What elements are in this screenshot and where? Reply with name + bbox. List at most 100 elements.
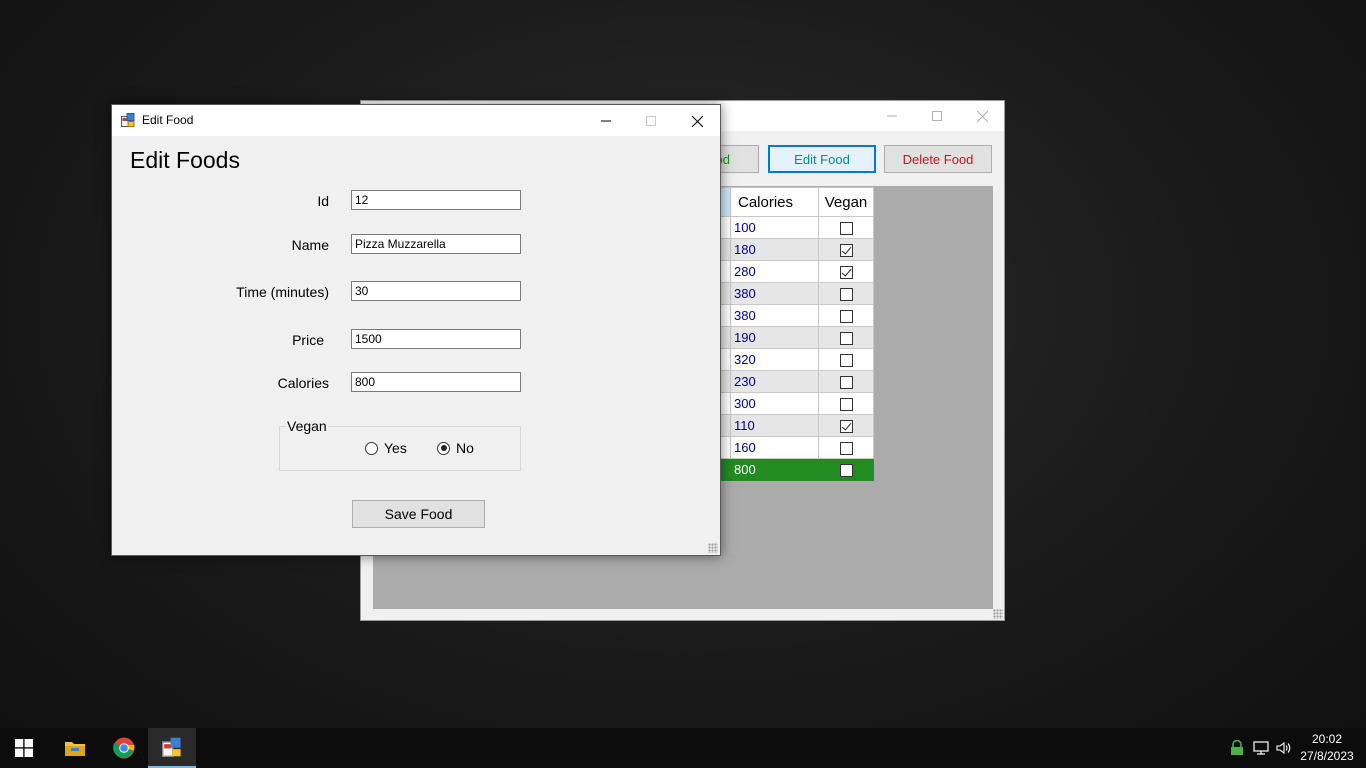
calories-cell[interactable]: 300 [730,392,819,415]
vegan-cell[interactable] [818,392,874,415]
id-field[interactable] [351,190,521,210]
table-row[interactable]: 800 [720,458,874,481]
clock-time: 20:02 [1311,732,1343,746]
maximize-button[interactable] [914,101,960,131]
row-header-cell[interactable] [720,216,731,239]
close-icon [691,115,703,127]
time-field[interactable] [351,281,521,301]
checkbox-empty-icon[interactable] [839,222,853,236]
table-row[interactable]: 380 [720,304,874,327]
vegan-cell[interactable] [818,370,874,393]
edit-food-button[interactable]: Edit Food [768,145,876,173]
table-row[interactable]: 190 [720,326,874,349]
calories-cell[interactable]: 190 [730,326,819,349]
row-header-cell[interactable] [720,238,731,261]
table-row[interactable]: 110 [720,414,874,437]
row-header-cell[interactable] [720,392,731,415]
minimize-icon [887,115,897,117]
checkbox-empty-icon[interactable] [839,354,853,368]
row-header-cell[interactable] [720,326,731,349]
checkbox-empty-icon[interactable] [839,332,853,346]
checkbox-checked-icon[interactable] [839,244,853,258]
app-form-icon [121,113,135,127]
table-row[interactable]: 180 [720,238,874,261]
minimize-icon [601,120,611,122]
checkbox-empty-icon[interactable] [839,376,853,390]
vegan-cell[interactable] [818,260,874,283]
calories-cell[interactable]: 160 [730,436,819,459]
row-header-cell[interactable] [720,348,731,371]
calories-field[interactable] [351,372,521,392]
checkbox-empty-icon[interactable] [839,464,853,478]
resize-grip[interactable] [708,543,718,553]
vegan-yes-radio[interactable]: Yes [365,440,407,456]
checkbox-checked-icon[interactable] [839,266,853,280]
resize-grip[interactable] [993,609,1003,619]
taskbar-clock[interactable]: 20:02 27/8/2023 [1296,731,1358,765]
vegan-cell[interactable] [818,326,874,349]
row-header-cell[interactable] [720,260,731,283]
column-header-calories[interactable]: Calories [730,187,819,217]
calories-cell[interactable]: 110 [730,414,819,437]
vegan-cell[interactable] [818,238,874,261]
tray-security-icon[interactable] [1229,740,1245,756]
taskbar-chrome[interactable] [100,728,148,768]
start-button[interactable] [0,728,48,768]
calories-cell[interactable]: 230 [730,370,819,393]
row-header-cell[interactable] [720,370,731,393]
vegan-cell[interactable] [818,282,874,305]
vegan-cell[interactable] [818,304,874,327]
close-button[interactable] [674,106,720,136]
name-label: Name [291,237,329,253]
table-row[interactable]: 230 [720,370,874,393]
row-header-cell[interactable] [720,458,731,481]
price-field[interactable] [351,329,521,349]
save-food-button[interactable]: Save Food [352,500,485,528]
vegan-no-radio[interactable]: No [437,440,474,456]
table-row[interactable]: 380 [720,282,874,305]
radio-off-icon [365,441,378,455]
close-button[interactable] [959,101,1005,131]
column-header-selected[interactable] [720,187,731,217]
row-header-cell[interactable] [720,282,731,305]
tray-network-icon[interactable] [1253,740,1269,756]
taskbar-winforms-app[interactable] [148,728,196,768]
delete-food-button[interactable]: Delete Food [884,145,992,173]
table-row[interactable]: 160 [720,436,874,459]
vegan-cell[interactable] [818,458,874,481]
minimize-button[interactable] [583,106,629,136]
table-row[interactable]: 320 [720,348,874,371]
vegan-cell[interactable] [818,348,874,371]
table-row[interactable]: 100 [720,216,874,239]
vegan-cell[interactable] [818,436,874,459]
checkbox-empty-icon[interactable] [839,288,853,302]
maximize-icon [646,116,656,126]
calories-cell[interactable]: 100 [730,216,819,239]
row-header-cell[interactable] [720,304,731,327]
checkbox-empty-icon[interactable] [839,442,853,456]
calories-cell[interactable]: 800 [730,458,819,481]
minimize-button[interactable] [869,101,915,131]
calories-cell[interactable]: 320 [730,348,819,371]
column-header-vegan[interactable]: Vegan [818,187,874,217]
checkbox-empty-icon[interactable] [839,310,853,324]
maximize-button[interactable] [628,106,674,136]
lock-icon [1231,740,1243,755]
vegan-cell[interactable] [818,414,874,437]
checkbox-empty-icon[interactable] [839,398,853,412]
calories-cell[interactable]: 280 [730,260,819,283]
table-row[interactable]: 280 [720,260,874,283]
taskbar-file-explorer[interactable] [51,728,99,768]
checkbox-checked-icon[interactable] [839,420,853,434]
table-row[interactable]: 300 [720,392,874,415]
edit-title-bar[interactable]: Edit Food [112,105,720,136]
close-icon [976,110,988,122]
calories-cell[interactable]: 380 [730,282,819,305]
name-field[interactable] [351,234,521,254]
row-header-cell[interactable] [720,414,731,437]
vegan-cell[interactable] [818,216,874,239]
calories-cell[interactable]: 380 [730,304,819,327]
calories-cell[interactable]: 180 [730,238,819,261]
tray-volume-icon[interactable] [1276,740,1292,756]
row-header-cell[interactable] [720,436,731,459]
